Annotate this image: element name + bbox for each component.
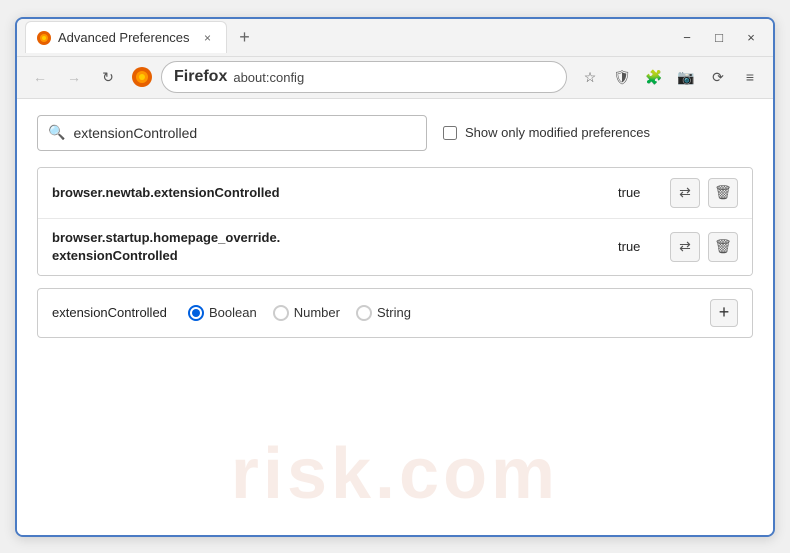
table-row: browser.startup.homepage_override. exten… [38, 219, 752, 275]
tab-title: Advanced Preferences [58, 30, 190, 45]
radio-string-indicator [356, 305, 372, 321]
browser-window: Advanced Preferences × + − □ × ← → ↻ Fir… [15, 17, 775, 537]
prefs-table: browser.newtab.extensionControlled true … [37, 167, 753, 276]
search-box[interactable]: 🔍 [37, 115, 427, 151]
sync-icon-button[interactable]: ⟳ [703, 62, 733, 92]
shield-icon-button[interactable]: 🛡 [607, 62, 637, 92]
minimize-button[interactable]: − [673, 23, 701, 51]
radio-option-string[interactable]: String [356, 305, 411, 321]
firefox-logo-icon [131, 66, 153, 88]
pref-actions-1: ⇄ 🗑 [670, 178, 738, 208]
new-pref-name: extensionControlled [52, 305, 172, 320]
content-area: 🔍 Show only modified preferences browser… [17, 99, 773, 535]
add-pref-button[interactable]: + [710, 299, 738, 327]
browser-brand: Firefox [174, 68, 227, 86]
trash-icon-1: 🗑 [714, 184, 732, 201]
nav-bar: ← → ↻ Firefox about:config ☆ 🛡 🧩 📷 ⟳ ≡ [17, 57, 773, 99]
pref-value-2: true [618, 239, 654, 254]
radio-option-boolean[interactable]: Boolean [188, 305, 257, 321]
tab-close-button[interactable]: × [200, 30, 216, 46]
active-tab[interactable]: Advanced Preferences × [25, 21, 227, 53]
maximize-button[interactable]: □ [705, 23, 733, 51]
extension-icon-button[interactable]: 🧩 [639, 62, 669, 92]
pref-actions-2: ⇄ 🗑 [670, 232, 738, 262]
table-row: browser.newtab.extensionControlled true … [38, 168, 752, 219]
menu-button[interactable]: ≡ [735, 62, 765, 92]
nav-right-icons: ☆ 🛡 🧩 📷 ⟳ ≡ [575, 62, 765, 92]
search-icon: 🔍 [48, 124, 65, 141]
title-bar: Advanced Preferences × + − □ × [17, 19, 773, 57]
radio-number-indicator [273, 305, 289, 321]
radio-option-number[interactable]: Number [273, 305, 340, 321]
delete-button-2[interactable]: 🗑 [708, 232, 738, 262]
address-text: about:config [233, 70, 304, 85]
window-controls: − □ × [673, 23, 765, 51]
type-radio-group: Boolean Number String [188, 305, 694, 321]
show-modified-checkbox[interactable] [443, 126, 457, 140]
close-window-button[interactable]: × [737, 23, 765, 51]
swap-button-1[interactable]: ⇄ [670, 178, 700, 208]
swap-icon-1: ⇄ [679, 184, 691, 201]
reload-button[interactable]: ↻ [93, 62, 123, 92]
address-bar[interactable]: Firefox about:config [161, 61, 567, 93]
new-pref-row: extensionControlled Boolean Number Strin… [37, 288, 753, 338]
swap-icon-2: ⇄ [679, 238, 691, 255]
pref-value-1: true [618, 185, 654, 200]
watermark: risk.com [231, 433, 559, 515]
radio-boolean-indicator [188, 305, 204, 321]
pref-name-1: browser.newtab.extensionControlled [52, 185, 610, 200]
back-button[interactable]: ← [25, 62, 55, 92]
search-row: 🔍 Show only modified preferences [37, 115, 753, 151]
bookmark-icon-button[interactable]: ☆ [575, 62, 605, 92]
pref-name-2: browser.startup.homepage_override. exten… [52, 229, 610, 265]
camera-icon-button[interactable]: 📷 [671, 62, 701, 92]
show-modified-label: Show only modified preferences [465, 125, 650, 140]
search-input[interactable] [73, 125, 416, 141]
firefox-tab-icon [36, 30, 52, 46]
forward-button[interactable]: → [59, 62, 89, 92]
trash-icon-2: 🗑 [714, 238, 732, 255]
new-tab-button[interactable]: + [231, 23, 259, 51]
swap-button-2[interactable]: ⇄ [670, 232, 700, 262]
show-modified-row: Show only modified preferences [443, 125, 650, 140]
delete-button-1[interactable]: 🗑 [708, 178, 738, 208]
